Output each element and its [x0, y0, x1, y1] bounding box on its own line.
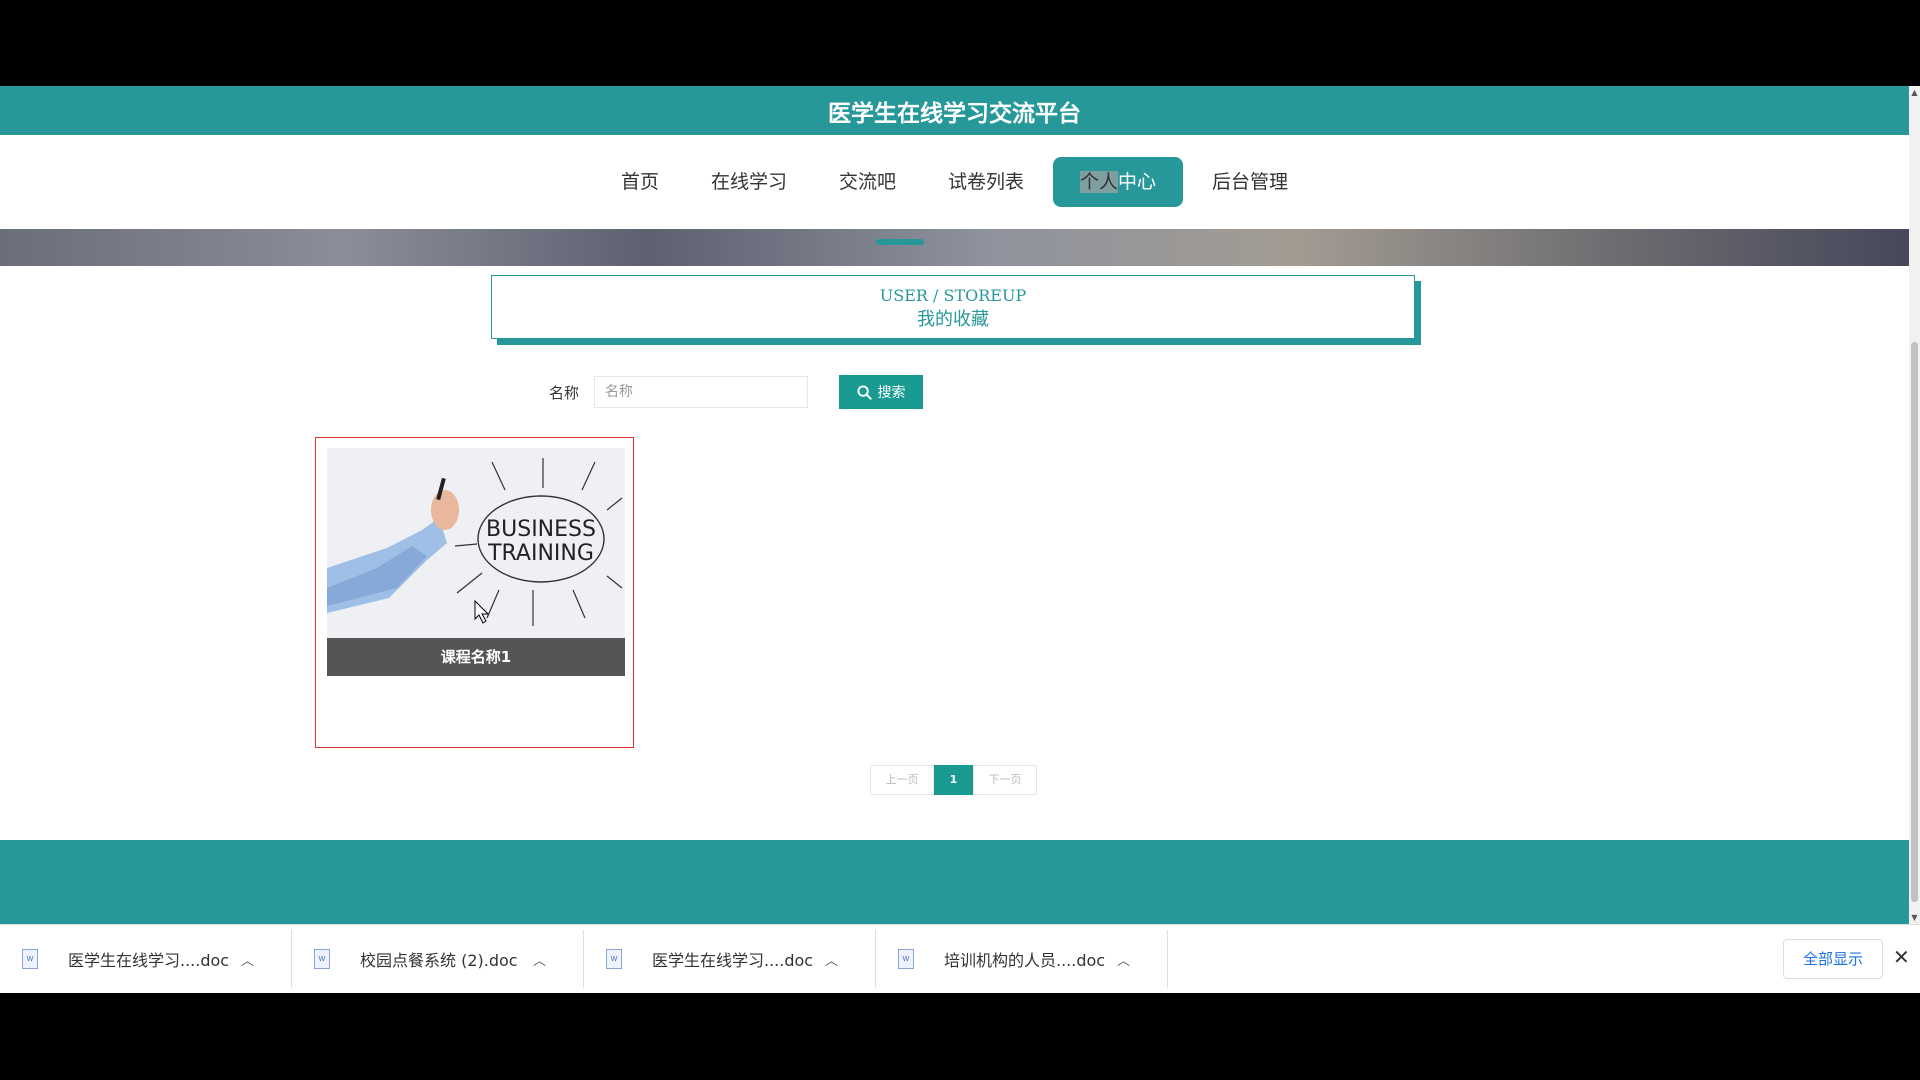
- chevron-up-icon[interactable]: ︿: [241, 950, 254, 969]
- page-prev-button[interactable]: 上一页: [870, 765, 934, 795]
- section-title-cn: 我的收藏: [917, 309, 989, 330]
- download-file-name: 校园点餐系统 (2).doc: [360, 951, 518, 970]
- chevron-up-icon[interactable]: ︿: [1117, 950, 1130, 969]
- main-nav: 首页 在线学习 交流吧 试卷列表 个人中心 后台管理: [0, 135, 1909, 229]
- course-image[interactable]: BUSINESS TRAINING: [327, 448, 625, 638]
- section-title-en: USER / STOREUP: [879, 286, 1027, 305]
- scroll-up-arrow-icon[interactable]: ▲: [1909, 88, 1920, 97]
- page-number-current[interactable]: 1: [934, 765, 973, 795]
- search-row: 名称 搜索: [549, 374, 924, 410]
- nav-item-exam-list[interactable]: 试卷列表: [925, 157, 1047, 207]
- search-label: 名称: [549, 383, 580, 402]
- site-title-bar: 医学生在线学习交流平台: [0, 86, 1909, 135]
- browser-viewport: 医学生在线学习交流平台 首页 在线学习 交流吧 试卷列表 个人中心 后台管理 U…: [0, 86, 1909, 924]
- scroll-thumb[interactable]: [1911, 342, 1918, 902]
- nav-item-personal-center[interactable]: 个人中心: [1053, 157, 1184, 207]
- banner-indicator[interactable]: [876, 239, 924, 245]
- search-input[interactable]: [594, 376, 809, 408]
- show-all-button[interactable]: 全部显示: [1783, 939, 1883, 979]
- nav-item-admin[interactable]: 后台管理: [1189, 157, 1311, 207]
- download-item[interactable]: W 校园点餐系统 (2).doc ︿: [292, 930, 584, 988]
- business-training-illustration: BUSINESS TRAINING: [327, 448, 625, 638]
- chevron-up-icon[interactable]: ︿: [533, 950, 546, 969]
- banner-image: [0, 229, 1909, 266]
- favorite-card[interactable]: BUSINESS TRAINING 课程名称1: [315, 437, 634, 748]
- word-doc-icon: W: [898, 949, 914, 969]
- close-icon[interactable]: ✕: [1893, 945, 1910, 969]
- image-text-line2: TRAINING: [487, 541, 594, 566]
- scrollbar[interactable]: ▲ ▼: [1909, 86, 1920, 924]
- section-header: USER / STOREUP 我的收藏: [491, 275, 1415, 339]
- download-item[interactable]: W 医学生在线学习....doc ︿: [0, 930, 292, 988]
- chevron-up-icon[interactable]: ︿: [825, 950, 838, 969]
- nav-item-home[interactable]: 首页: [598, 157, 682, 207]
- image-text-line1: BUSINESS: [486, 517, 596, 542]
- search-icon: [856, 384, 872, 400]
- nav-item-forum[interactable]: 交流吧: [816, 157, 919, 207]
- word-doc-icon: W: [314, 949, 330, 969]
- download-bar: W 医学生在线学习....doc ︿ W 校园点餐系统 (2).doc ︿ W …: [0, 924, 1920, 993]
- word-doc-icon: W: [606, 949, 622, 969]
- download-item[interactable]: W 医学生在线学习....doc ︿: [584, 930, 876, 988]
- scroll-down-arrow-icon[interactable]: ▼: [1909, 913, 1920, 922]
- search-button-label: 搜索: [877, 384, 906, 400]
- download-file-name: 医学生在线学习....doc: [652, 951, 814, 970]
- nav-item-online-learning[interactable]: 在线学习: [688, 157, 810, 207]
- download-item[interactable]: W 培训机构的人员....doc ︿: [876, 930, 1168, 988]
- word-doc-icon: W: [22, 949, 38, 969]
- pagination: 上一页 1 下一页: [870, 765, 1037, 795]
- nav-item-personal-center-selected-text: 个人: [1080, 171, 1119, 193]
- course-name[interactable]: 课程名称1: [327, 638, 625, 676]
- download-file-name: 培训机构的人员....doc: [944, 951, 1106, 970]
- search-button[interactable]: 搜索: [839, 375, 924, 409]
- nav-item-personal-center-text: 中心: [1118, 171, 1157, 193]
- site-title: 医学生在线学习交流平台: [828, 100, 1081, 127]
- footer: [0, 840, 1909, 924]
- page-next-button[interactable]: 下一页: [973, 765, 1037, 795]
- download-file-name: 医学生在线学习....doc: [68, 951, 230, 970]
